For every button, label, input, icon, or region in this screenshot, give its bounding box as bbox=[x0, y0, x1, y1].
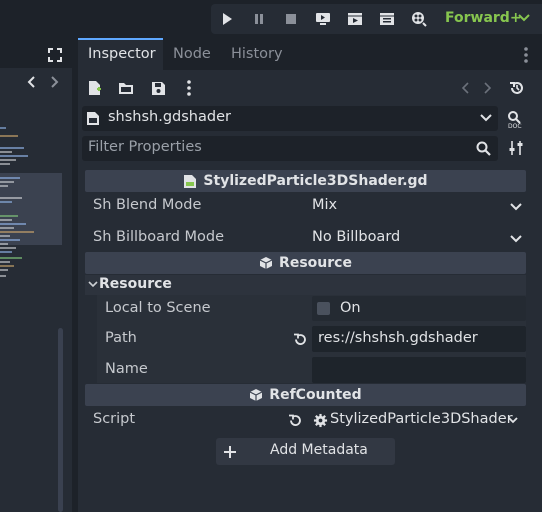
resource-header: Resource bbox=[85, 252, 526, 274]
local-to-scene-checkbox[interactable]: On bbox=[312, 296, 526, 321]
sh-blend-mode-value: Mix bbox=[312, 197, 338, 213]
code-minimap bbox=[0, 127, 34, 277]
path-label: Path bbox=[105, 330, 137, 346]
revert-icon[interactable] bbox=[293, 332, 308, 347]
play-custom-scene-icon[interactable] bbox=[376, 9, 398, 29]
dock-tab-bar: Inspector Node History bbox=[78, 38, 542, 70]
local-to-scene-label: Local to Scene bbox=[105, 300, 211, 316]
nav-back-icon[interactable] bbox=[24, 74, 38, 90]
tab-node[interactable]: Node bbox=[163, 38, 221, 70]
sh-blend-mode-label: Sh Blend Mode bbox=[93, 197, 202, 213]
path-value: res://shshsh.gdshader bbox=[318, 330, 478, 346]
renderer-selector[interactable]: Forward+ bbox=[445, 10, 522, 26]
property-settings-icon[interactable] bbox=[506, 138, 526, 158]
resource-path-text: shshsh.gdshader bbox=[108, 109, 231, 125]
resource-group-label: Resource bbox=[99, 276, 172, 292]
play-icon[interactable] bbox=[216, 9, 238, 29]
run-toolbar: Forward+ bbox=[211, 4, 542, 34]
checkbox-box bbox=[317, 302, 330, 315]
script-file-icon bbox=[183, 174, 197, 189]
filter-placeholder: Filter Properties bbox=[88, 139, 202, 155]
name-field[interactable] bbox=[312, 357, 526, 383]
object-history-icon[interactable] bbox=[508, 79, 526, 97]
open-docs-icon[interactable]: DOC bbox=[506, 109, 526, 129]
chevron-down-icon bbox=[518, 13, 530, 23]
chevron-down-icon bbox=[510, 235, 522, 244]
shader-file-icon bbox=[86, 111, 100, 126]
sh-billboard-mode-select[interactable]: No Billboard bbox=[308, 225, 526, 252]
class-header: StylizedParticle3DShader.gd bbox=[85, 170, 526, 192]
sh-billboard-mode-label: Sh Billboard Mode bbox=[93, 229, 225, 245]
tab-history[interactable]: History bbox=[221, 38, 291, 70]
more-options-icon[interactable] bbox=[183, 79, 195, 97]
history-back-icon[interactable] bbox=[458, 79, 472, 97]
resource-header-label: Resource bbox=[279, 255, 352, 271]
sh-blend-mode-select[interactable]: Mix bbox=[308, 193, 526, 220]
open-folder-icon[interactable] bbox=[117, 79, 135, 97]
gear-icon bbox=[313, 413, 328, 428]
resource-group-toggle[interactable]: Resource bbox=[85, 275, 526, 295]
svg-text:DOC: DOC bbox=[508, 123, 522, 128]
name-label: Name bbox=[105, 361, 148, 377]
local-to-scene-value: On bbox=[340, 300, 361, 316]
dock-menu-icon[interactable] bbox=[520, 46, 532, 64]
filter-properties-input[interactable]: Filter Properties bbox=[82, 136, 498, 161]
inspector-toolbar bbox=[78, 70, 542, 106]
tab-inspector[interactable]: Inspector bbox=[78, 38, 163, 70]
script-resource-picker[interactable]: StylizedParticle3DShader bbox=[310, 407, 526, 433]
chevron-down-icon bbox=[510, 203, 522, 212]
search-icon bbox=[476, 141, 491, 156]
cube-icon bbox=[259, 256, 273, 270]
add-metadata-label: Add Metadata bbox=[270, 442, 368, 458]
sh-billboard-mode-value: No Billboard bbox=[312, 229, 401, 245]
top-bar: Forward+ bbox=[0, 0, 542, 38]
add-metadata-button[interactable]: Add Metadata bbox=[216, 438, 395, 465]
history-forward-icon[interactable] bbox=[481, 79, 495, 97]
stop-icon[interactable] bbox=[280, 9, 302, 29]
remote-debug-icon[interactable] bbox=[312, 9, 334, 29]
cube-icon bbox=[249, 388, 263, 402]
chevron-down-icon bbox=[508, 417, 518, 425]
class-header-label: StylizedParticle3DShader.gd bbox=[203, 173, 428, 189]
play-scene-icon[interactable] bbox=[344, 9, 366, 29]
nav-forward-icon[interactable] bbox=[48, 74, 62, 90]
refcounted-header: RefCounted bbox=[85, 384, 526, 406]
new-resource-icon[interactable] bbox=[86, 79, 104, 97]
editor-scrollbar[interactable] bbox=[58, 328, 63, 512]
save-icon[interactable] bbox=[149, 79, 167, 97]
movie-maker-icon[interactable] bbox=[408, 9, 430, 29]
chevron-down-icon bbox=[88, 281, 98, 289]
revert-icon[interactable] bbox=[288, 413, 303, 428]
resource-path-selector[interactable]: shshsh.gdshader bbox=[82, 106, 498, 131]
script-value: StylizedParticle3DShader bbox=[330, 411, 513, 427]
script-label: Script bbox=[93, 411, 136, 427]
refcounted-header-label: RefCounted bbox=[269, 387, 362, 403]
editor-header bbox=[0, 38, 72, 68]
script-editor-panel bbox=[0, 38, 72, 512]
chevron-down-icon bbox=[480, 114, 492, 123]
expand-icon[interactable] bbox=[46, 46, 64, 64]
path-field[interactable]: res://shshsh.gdshader bbox=[312, 326, 526, 352]
editor-nav bbox=[0, 68, 72, 96]
pause-icon[interactable] bbox=[248, 9, 270, 29]
plus-icon bbox=[223, 445, 237, 459]
